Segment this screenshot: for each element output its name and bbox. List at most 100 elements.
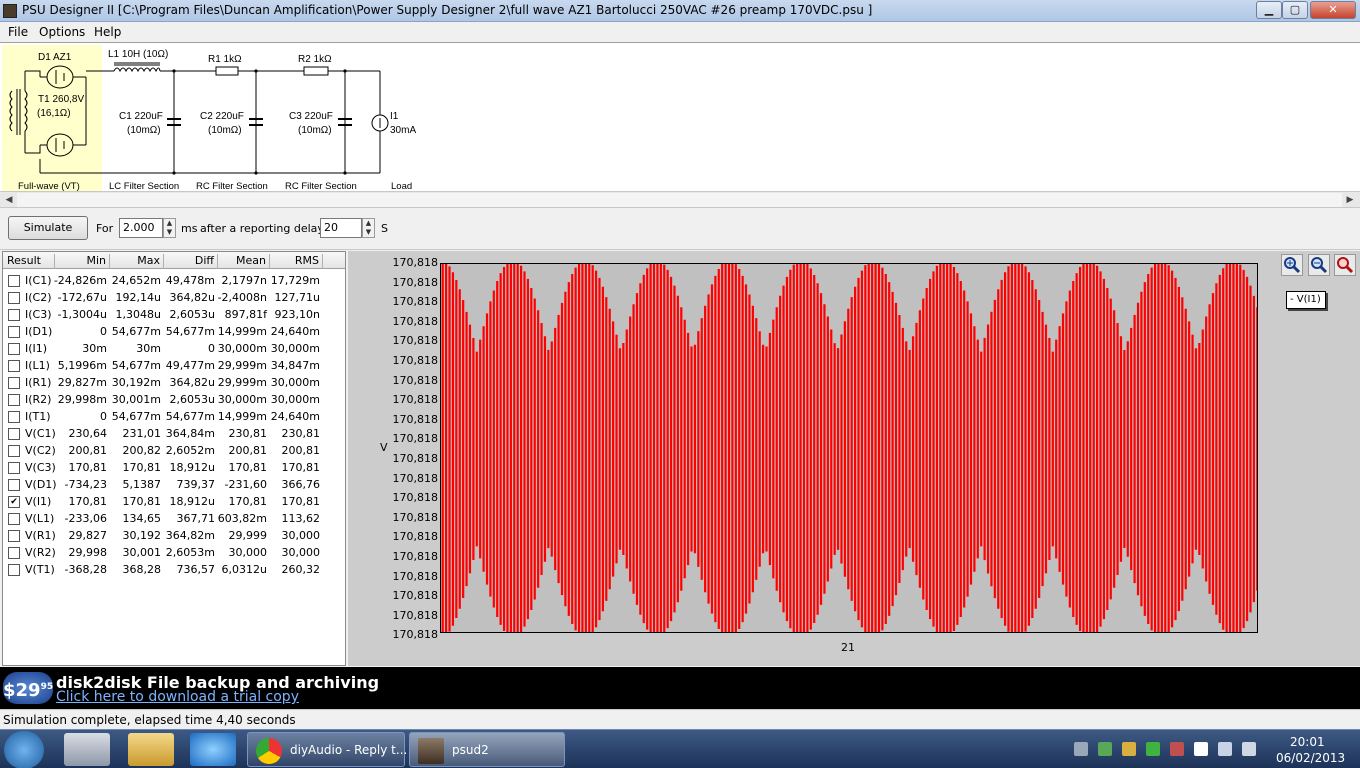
table-row[interactable]: I(R2) 29,998m 30,001m 2,6053u 30,000m 30,000m (3, 391, 345, 408)
result-checkbox[interactable] (8, 309, 20, 321)
simulate-button[interactable]: Simulate (8, 216, 88, 240)
tray-shield-icon[interactable] (1098, 742, 1112, 756)
inductor-l1[interactable] (113, 62, 161, 73)
result-checkbox[interactable] (8, 428, 20, 440)
table-row[interactable]: I(C1) -24,826m 24,652m 49,478m 2,1797n 17,729… (3, 272, 345, 289)
col-diff[interactable]: Diff (164, 254, 218, 269)
close-button[interactable]: ✕ (1310, 1, 1356, 19)
tray-speaker-icon[interactable] (1242, 742, 1256, 756)
result-rms: 230,81 (281, 427, 321, 440)
results-table[interactable]: Result Min Max Diff Mean RMS I(C1) -24,82… (2, 251, 346, 666)
table-row[interactable]: V(D1) -734,23 5,1387 739,37 -231,60 366,76 (3, 476, 345, 493)
result-max: 231,01 (122, 427, 162, 440)
result-checkbox[interactable] (8, 377, 20, 389)
result-checkbox[interactable]: ✔ (8, 496, 20, 508)
result-checkbox[interactable] (8, 326, 20, 338)
table-row[interactable]: V(C3) 170,81 170,81 18,912u 170,81 170,81 (3, 459, 345, 476)
media-player-icon[interactable] (64, 733, 110, 766)
table-row[interactable]: I(D1) 0 54,677m 54,677m 14,999m 24,640m (3, 323, 345, 340)
ad-banner[interactable]: $2995 disk2disk File backup and archivin… (0, 667, 1360, 709)
file-explorer-icon[interactable] (128, 733, 174, 766)
result-checkbox[interactable] (8, 530, 20, 542)
result-checkbox[interactable] (8, 275, 20, 287)
tray-network-icon[interactable] (1074, 742, 1088, 756)
spin-up-icon[interactable]: ▲ (164, 219, 175, 228)
table-row[interactable]: V(L1) -233,06 134,65 367,71 603,82m 113,62 (3, 510, 345, 527)
tray-app-icon[interactable] (1170, 742, 1184, 756)
menu-options[interactable]: Options (39, 25, 85, 39)
result-checkbox[interactable] (8, 411, 20, 423)
result-checkbox[interactable] (8, 564, 20, 576)
table-row[interactable]: ✔ V(I1) 170,81 170,81 18,912u 170,81 170,81 (3, 493, 345, 510)
spin-up-icon[interactable]: ▲ (363, 219, 374, 228)
result-mean: 200,81 (228, 444, 268, 457)
scroll-left-arrow-icon[interactable]: ◀ (1, 193, 17, 207)
maximize-button[interactable]: ▢ (1282, 1, 1308, 19)
result-checkbox[interactable] (8, 394, 20, 406)
reporting-delay-input[interactable]: 20 (320, 218, 362, 238)
table-row[interactable]: I(T1) 0 54,677m 54,677m 14,999m 24,640m (3, 408, 345, 425)
menu-help[interactable]: Help (94, 25, 121, 39)
result-min: 29,827m (57, 376, 107, 389)
col-mean[interactable]: Mean (218, 254, 270, 269)
taskbar-item-diyaudio[interactable]: diyAudio - Reply t... (247, 732, 407, 767)
result-checkbox[interactable] (8, 360, 20, 372)
result-checkbox[interactable] (8, 343, 20, 355)
schematic-nodes (172, 69, 347, 175)
schematic-scrollbar[interactable]: ◀ ▶ (0, 191, 1360, 208)
table-row[interactable]: I(L1) 5,1996m 54,677m 49,477m 29,999m 34,847m (3, 357, 345, 374)
scroll-right-arrow-icon[interactable]: ▶ (1342, 193, 1358, 207)
ad-download-link[interactable]: Click here to download a trial copy (56, 689, 299, 705)
result-mean: 29,999m (217, 376, 267, 389)
table-row[interactable]: V(R1) 29,827 30,192 364,82m 29,999 30,000 (3, 527, 345, 544)
current-source-i1[interactable] (371, 114, 389, 132)
col-max[interactable]: Max (110, 254, 164, 269)
plot-area[interactable] (440, 263, 1258, 633)
result-mean: 29,999m (217, 359, 267, 372)
table-row[interactable]: I(R1) 29,827m 30,192m 364,82u 29,999m 30,000m (3, 374, 345, 391)
clock-date[interactable]: 06/02/2013 (1276, 751, 1345, 765)
spin-down-icon[interactable]: ▼ (164, 228, 175, 237)
table-row[interactable]: I(C2) -172,67u 192,14u 364,82u -2,4008n 127,7… (3, 289, 345, 306)
duration-input[interactable]: 2.000 (119, 218, 163, 238)
start-button-icon[interactable] (4, 731, 44, 768)
duration-spinner[interactable]: ▲ ▼ (163, 218, 176, 238)
tray-display-icon[interactable] (1218, 742, 1232, 756)
menu-file[interactable]: File (8, 25, 28, 39)
result-checkbox[interactable] (8, 445, 20, 457)
col-result[interactable]: Result (3, 254, 55, 269)
zoom-out-icon[interactable] (1308, 254, 1330, 276)
result-checkbox[interactable] (8, 479, 20, 491)
result-checkbox[interactable] (8, 292, 20, 304)
result-checkbox[interactable] (8, 547, 20, 559)
tray-check-icon[interactable] (1146, 742, 1160, 756)
app-icon[interactable] (3, 4, 17, 18)
taskbar-item-psud2[interactable]: psud2 (409, 732, 565, 767)
internet-explorer-icon[interactable] (190, 733, 236, 766)
table-row[interactable]: V(C2) 200,81 200,82 2,6052m 200,81 200,81 (3, 442, 345, 459)
col-rms[interactable]: RMS (270, 254, 323, 269)
result-checkbox[interactable] (8, 513, 20, 525)
table-row[interactable]: V(R2) 29,998 30,001 2,6053m 30,000 30,000 (3, 544, 345, 561)
spin-down-icon[interactable]: ▼ (363, 228, 374, 237)
chart-legend[interactable]: - V(I1) (1286, 291, 1326, 309)
tray-volume-warning-icon[interactable] (1122, 742, 1136, 756)
delay-spinner[interactable]: ▲ ▼ (362, 218, 375, 238)
zoom-reset-icon[interactable] (1334, 254, 1356, 276)
clock-time[interactable]: 20:01 (1290, 735, 1325, 749)
resistor-r2[interactable] (303, 66, 329, 76)
minimize-button[interactable]: ▁ (1256, 1, 1282, 19)
scrollbar-thumb[interactable] (17, 193, 1342, 207)
table-row[interactable]: I(I1) 30m 30m 0 30,000m 30,000m (3, 340, 345, 357)
table-row[interactable]: I(C3) -1,3004u 1,3048u 2,6053u 897,81f 923,10… (3, 306, 345, 323)
schematic-canvas[interactable]: D1 AZ1 T1 260,8V (16,1Ω) Full-wave (VT) … (0, 42, 1360, 192)
col-min[interactable]: Min (55, 254, 110, 269)
label-i1-current: 30mA (390, 125, 416, 136)
tray-flag-icon[interactable] (1194, 742, 1208, 756)
result-checkbox[interactable] (8, 462, 20, 474)
result-rms: 30,000m (270, 376, 320, 389)
table-row[interactable]: V(T1) -368,28 368,28 736,57 6,0312u 260,32 (3, 561, 345, 578)
zoom-in-icon[interactable] (1281, 254, 1303, 276)
resistor-r1[interactable] (215, 66, 239, 76)
table-row[interactable]: V(C1) 230,64 231,01 364,84m 230,81 230,81 (3, 425, 345, 442)
